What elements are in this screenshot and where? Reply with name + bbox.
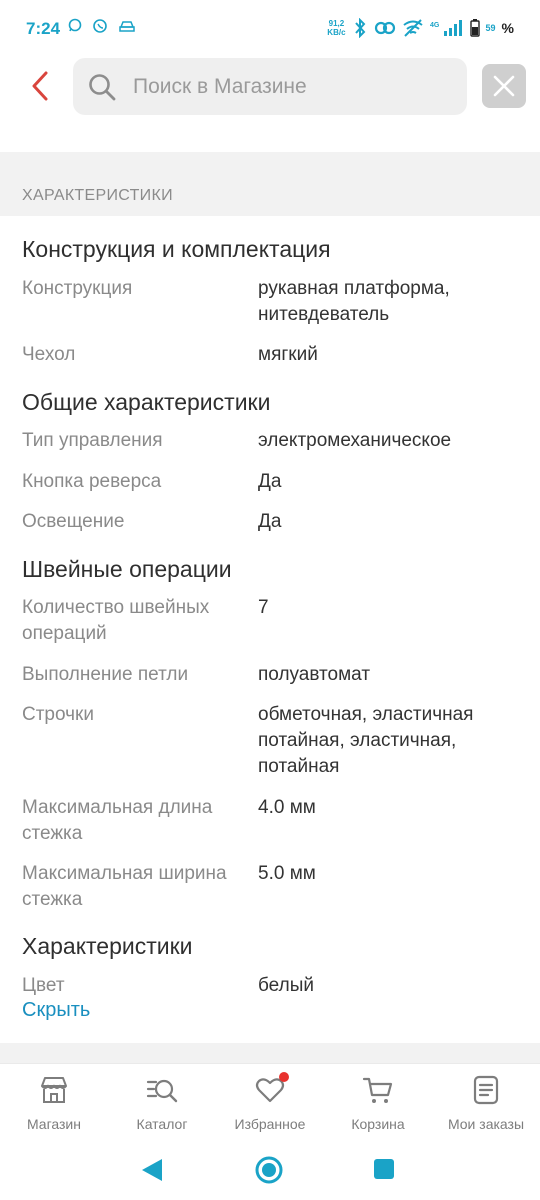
spec-value: 5.0 мм <box>258 863 316 884</box>
spec-label: Чехол <box>22 344 76 365</box>
chevron-left-icon <box>32 71 48 101</box>
spec-value: электромеханическое <box>258 430 452 451</box>
spec-value: 4.0 мм <box>258 797 316 818</box>
spec-value: 7 <box>258 597 269 618</box>
group-title: Характеристики <box>22 933 193 959</box>
nav-item-store[interactable]: Магазин <box>0 1064 108 1143</box>
section-header-band <box>0 152 540 216</box>
nav-item-catalog[interactable]: Каталог <box>108 1064 216 1143</box>
spec-value: Да <box>258 511 282 532</box>
spec-label: Конструкция <box>22 278 133 299</box>
spec-label: Строчки <box>22 704 94 725</box>
group-title: Общие характеристики <box>22 389 271 415</box>
back-button[interactable] <box>22 66 58 106</box>
nav-label: Корзина <box>351 1116 405 1132</box>
clear-search-button[interactable] <box>482 64 526 108</box>
svg-text:4G: 4G <box>430 22 440 29</box>
link-icon <box>374 21 395 35</box>
system-nav-bar <box>0 1143 540 1200</box>
net-speed: 91,2 KB/c <box>327 19 345 37</box>
spec-label: Цвет <box>22 975 65 996</box>
nav-item-favorites[interactable]: Избранное <box>216 1064 324 1143</box>
battery-icon <box>469 19 480 37</box>
system-back-icon[interactable] <box>140 1157 164 1183</box>
spec-label: Кнопка реверса <box>22 471 162 492</box>
battery-level: 59 <box>485 23 496 33</box>
spec-value: белый <box>258 975 314 996</box>
system-home-icon[interactable] <box>254 1155 284 1185</box>
nav-label: Магазин <box>26 1116 81 1132</box>
net-speed-unit: KB/c <box>327 28 346 37</box>
bluetooth-icon <box>354 18 365 38</box>
system-recent-apps-icon[interactable] <box>373 1158 395 1180</box>
search-input[interactable] <box>133 74 433 99</box>
spec-label: Освещение <box>22 511 125 532</box>
spec-label: Максимальная ширина стежка <box>22 863 227 910</box>
close-icon <box>493 75 515 97</box>
section-title: ХАРАКТЕРИСТИКИ <box>22 187 173 204</box>
search-box[interactable] <box>73 58 467 115</box>
bottom-nav: Магазин Каталог Избранное Корзина Мои за… <box>0 1063 540 1143</box>
signal-icon: 4G <box>430 20 462 36</box>
store-icon <box>41 1077 67 1103</box>
spec-label: Количество швейных операций <box>22 597 210 644</box>
spec-value: Да <box>258 471 282 492</box>
status-bar: 7:24 91,2 KB/c 4G 59 % <box>0 0 540 58</box>
spec-value: полуавтомат <box>258 664 371 685</box>
nav-label: Мои заказы <box>447 1116 525 1132</box>
spec-label: Выполнение петли <box>22 664 189 685</box>
content-bottom-band <box>0 1043 540 1063</box>
spec-value: рукавная платформа, нитевдеватель <box>258 278 450 325</box>
status-system-icons: 91,2 KB/c 4G 59 % <box>327 18 514 38</box>
nav-label: Каталог <box>136 1116 188 1132</box>
net-speed-value: 91,2 <box>328 19 345 28</box>
status-time: 7:24 <box>26 19 61 38</box>
nav-item-cart[interactable]: Корзина <box>324 1064 432 1143</box>
viber-icon <box>93 19 107 33</box>
orders-icon <box>473 1075 499 1105</box>
spec-label: Максимальная длина стежка <box>22 797 213 844</box>
whatsapp-icon <box>68 18 82 32</box>
group-title: Конструкция и комплектация <box>22 236 331 262</box>
nav-item-orders[interactable]: Мои заказы <box>432 1064 540 1143</box>
group-title: Швейные операции <box>22 556 232 582</box>
spec-value: обметочная, эластичная потайная, эластич… <box>258 704 474 777</box>
spec-label: Тип управления <box>22 430 163 451</box>
battery-percent-sign: % <box>501 20 514 36</box>
spec-value: мягкий <box>258 344 318 365</box>
hide-specs-link[interactable]: Скрыть <box>22 999 90 1022</box>
status-notification-icons <box>68 18 136 34</box>
catalog-search-icon <box>146 1079 178 1103</box>
car-icon <box>119 21 135 32</box>
favorites-badge-dot <box>279 1072 289 1082</box>
search-icon <box>89 73 116 100</box>
wifi-off-icon <box>402 19 423 37</box>
nav-label: Избранное <box>234 1116 306 1132</box>
cart-icon <box>362 1077 393 1103</box>
